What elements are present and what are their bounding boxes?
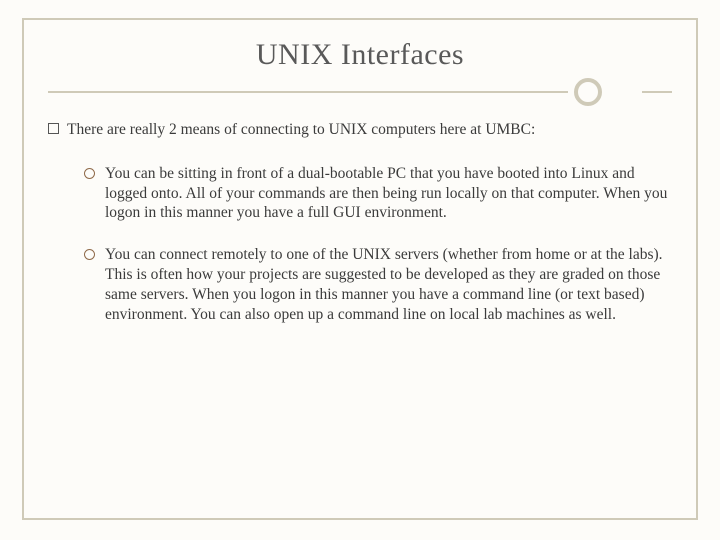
slide-container: UNIX Interfaces There are really 2 means…	[0, 0, 720, 540]
square-bullet-icon	[48, 123, 59, 134]
circle-bullet-icon	[84, 249, 95, 260]
slide-content: There are really 2 means of connecting t…	[48, 120, 672, 325]
list-item-text: You can be sitting in front of a dual-bo…	[105, 164, 672, 223]
list-item-text: You can connect remotely to one of the U…	[105, 245, 672, 324]
divider-line-left	[48, 91, 568, 93]
slide-title: UNIX Interfaces	[48, 38, 672, 72]
sub-list: You can be sitting in front of a dual-bo…	[48, 164, 672, 325]
divider-circle-icon	[574, 78, 602, 106]
list-item: You can be sitting in front of a dual-bo…	[84, 164, 672, 223]
title-wrap: UNIX Interfaces	[48, 38, 672, 72]
intro-row: There are really 2 means of connecting t…	[48, 120, 672, 140]
list-item: You can connect remotely to one of the U…	[84, 245, 672, 324]
intro-text: There are really 2 means of connecting t…	[67, 120, 672, 140]
circle-bullet-icon	[84, 168, 95, 179]
slide-frame: UNIX Interfaces There are really 2 means…	[22, 18, 698, 520]
title-divider	[48, 78, 672, 106]
divider-line-right	[642, 91, 672, 93]
